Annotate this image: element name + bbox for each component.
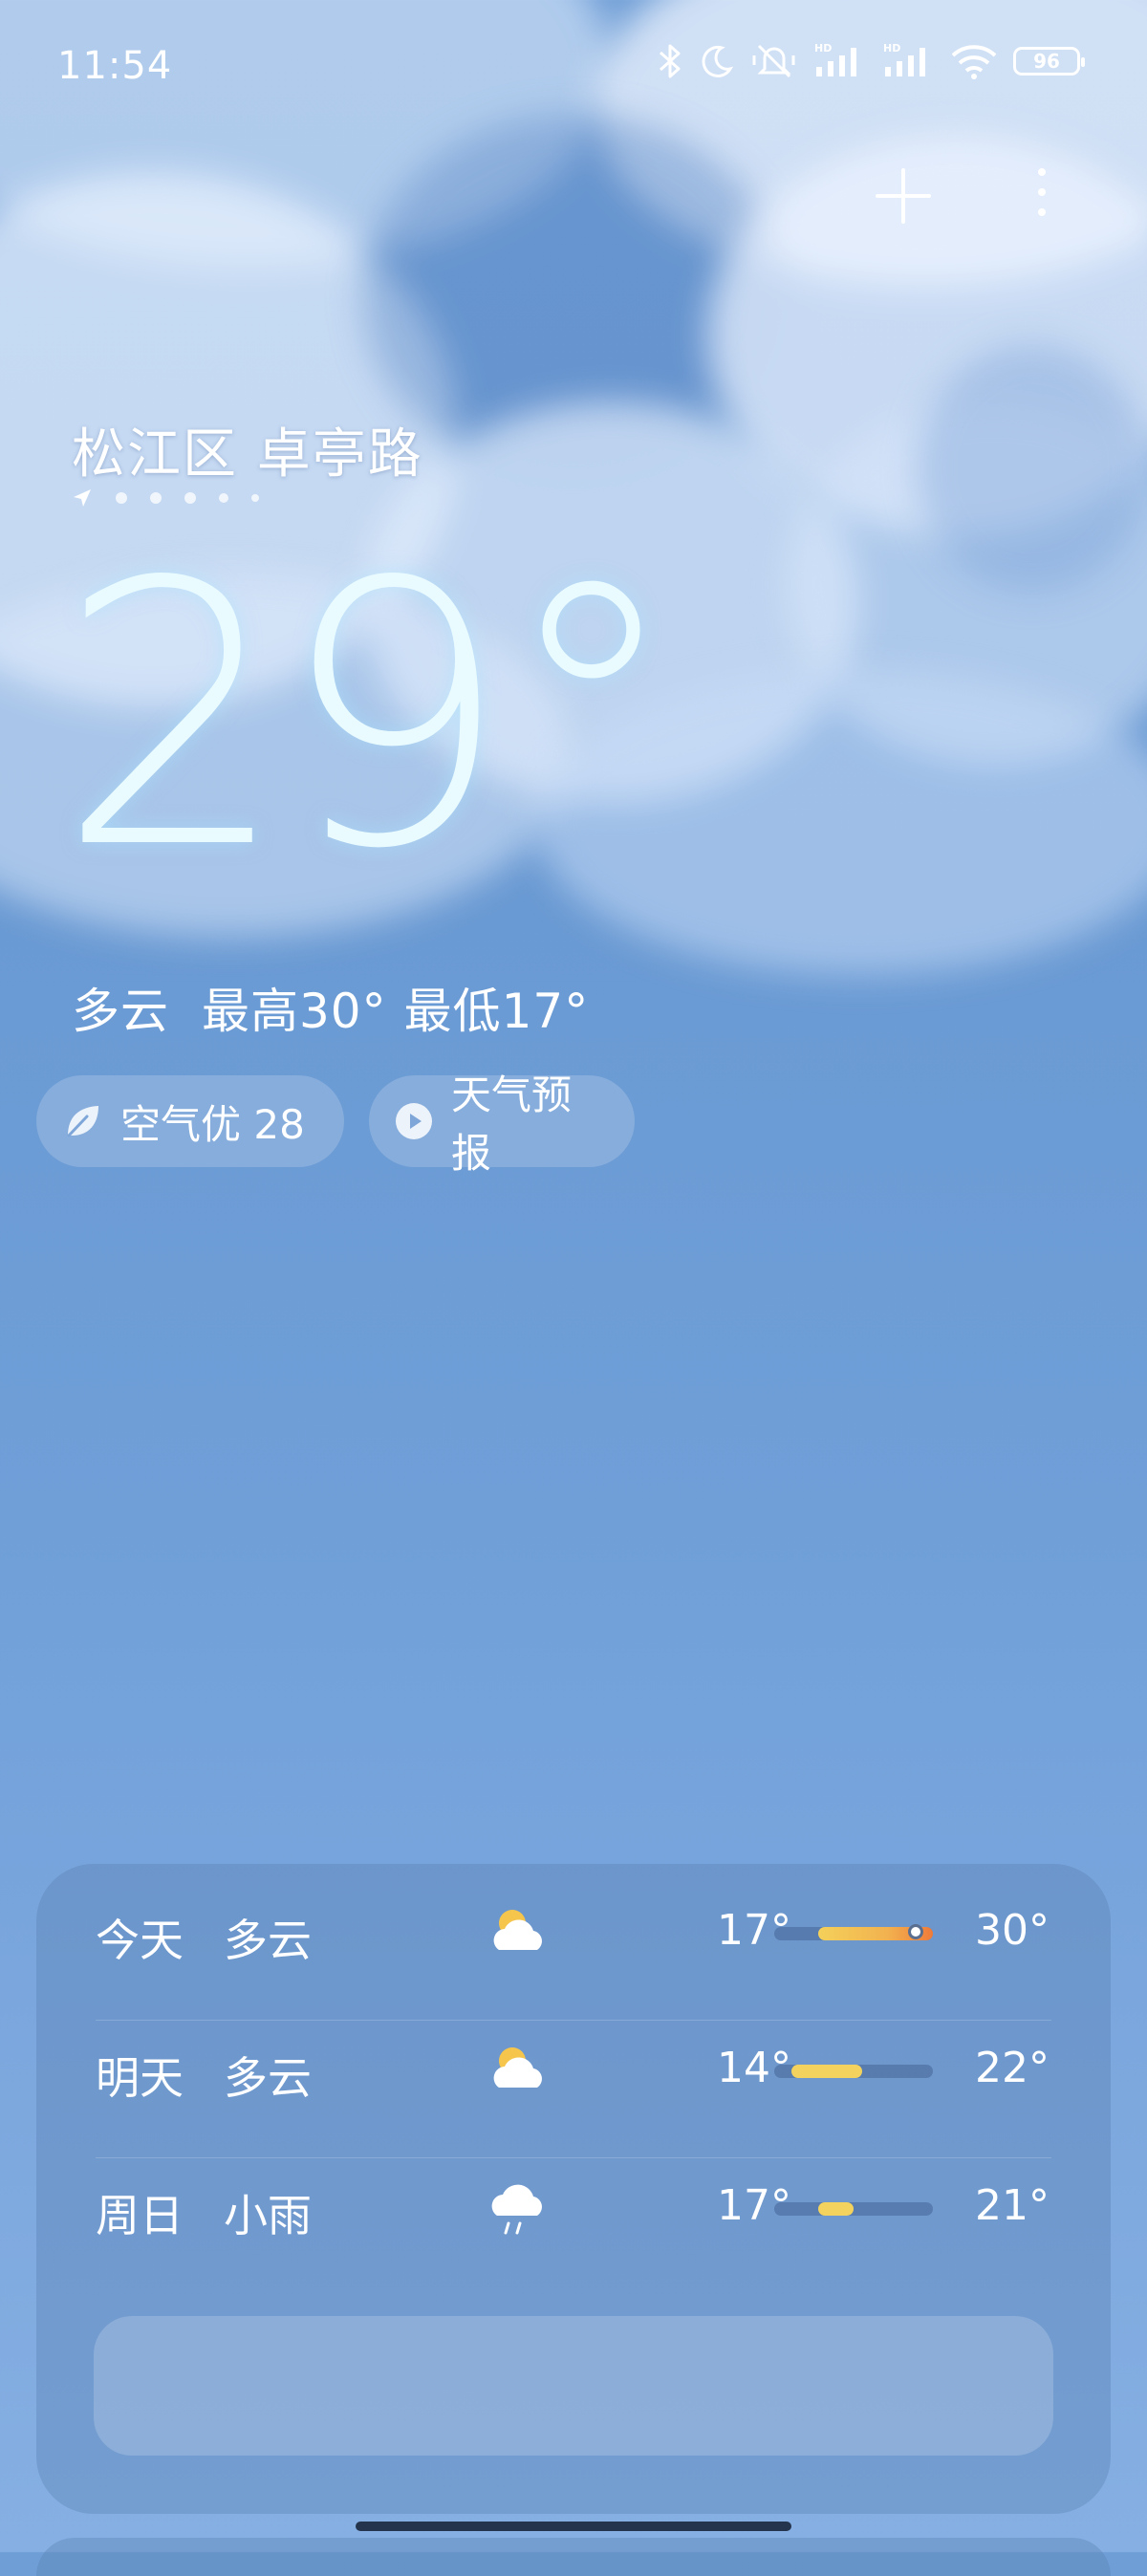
current-condition: 多云 xyxy=(72,984,169,1039)
high-temperature: 最高30° xyxy=(202,984,387,1039)
more-forecast-button[interactable] xyxy=(94,2316,1053,2456)
status-icons: HD HD 96 xyxy=(658,42,1085,80)
status-bar: 11:54 HD HD 96 xyxy=(0,0,1147,134)
forecast-row[interactable]: 明天 多云 14° 22° xyxy=(36,2002,1111,2139)
svg-text:HD: HD xyxy=(883,42,900,54)
more-options-button[interactable] xyxy=(1023,162,1061,229)
high-low: 最高30° 最低17° xyxy=(202,973,589,1042)
weather-forecast-label: 天气预报 xyxy=(451,1072,573,1177)
forecast-condition: 多云 xyxy=(224,2052,312,2104)
battery-icon: 96 xyxy=(1013,47,1085,76)
play-icon xyxy=(394,1100,434,1142)
home-indicator[interactable] xyxy=(356,2522,791,2531)
low-temperature: 最低17° xyxy=(403,984,590,1039)
forecast-day: 今天 xyxy=(96,1915,184,1966)
weather-forecast-pill[interactable]: 天气预报 xyxy=(369,1072,635,1177)
page-dot xyxy=(116,492,127,504)
plus-icon xyxy=(876,168,931,224)
temperature-range-bar xyxy=(774,2202,933,2216)
mute-icon xyxy=(751,42,797,80)
forecast-day: 周日 xyxy=(96,2190,184,2241)
current-temperature: 29° xyxy=(57,505,682,928)
forecast-high: 22° xyxy=(975,2044,1050,2092)
leaf-icon xyxy=(61,1100,103,1142)
air-quality-pill[interactable]: 空气优 28 xyxy=(36,1075,344,1167)
forecast-high: 30° xyxy=(975,1906,1050,1955)
status-time: 11:54 xyxy=(57,44,173,88)
forecast-row[interactable]: 今天 多云 17° 30° xyxy=(36,1864,1111,2002)
daily-forecast-card: 今天 多云 17° 30° 明天 多云 14° 22° 周日 小雨 17° 21… xyxy=(36,1864,1111,2514)
bluetooth-icon xyxy=(658,42,682,80)
next-card xyxy=(36,2538,1111,2576)
moon-icon xyxy=(698,42,736,80)
wifi-icon xyxy=(950,42,998,80)
condition-summary: 多云 最高30° 最低17° xyxy=(72,973,589,1042)
hd-signal-icon: HD xyxy=(881,42,935,80)
page-dot xyxy=(150,492,162,504)
page-dot xyxy=(219,493,228,503)
forecast-row[interactable]: 周日 小雨 17° 21° xyxy=(36,2139,1111,2277)
hd-signal-icon: HD xyxy=(812,42,866,80)
location-name[interactable]: 松江区 卓亭路 xyxy=(72,411,423,488)
temperature-range-fill xyxy=(818,2202,854,2216)
air-quality-label: 空气优 28 xyxy=(120,1100,305,1148)
add-city-button[interactable] xyxy=(870,162,937,229)
light-rain-icon xyxy=(486,2174,552,2240)
page-dot xyxy=(251,494,259,502)
forecast-condition: 多云 xyxy=(224,1915,312,1966)
temperature-range-bar xyxy=(774,2065,933,2078)
page-dot xyxy=(184,492,196,504)
forecast-day: 明天 xyxy=(96,2052,184,2104)
current-temperature-marker xyxy=(908,1924,923,1939)
svg-text:HD: HD xyxy=(814,42,832,54)
forecast-condition: 小雨 xyxy=(224,2190,312,2241)
partly-cloudy-icon xyxy=(486,1898,552,1965)
forecast-high: 21° xyxy=(975,2181,1050,2230)
partly-cloudy-icon xyxy=(486,2036,552,2103)
more-vertical-icon xyxy=(1038,168,1046,216)
temperature-range-bar xyxy=(774,1924,933,1940)
temperature-range-fill xyxy=(791,2065,862,2078)
